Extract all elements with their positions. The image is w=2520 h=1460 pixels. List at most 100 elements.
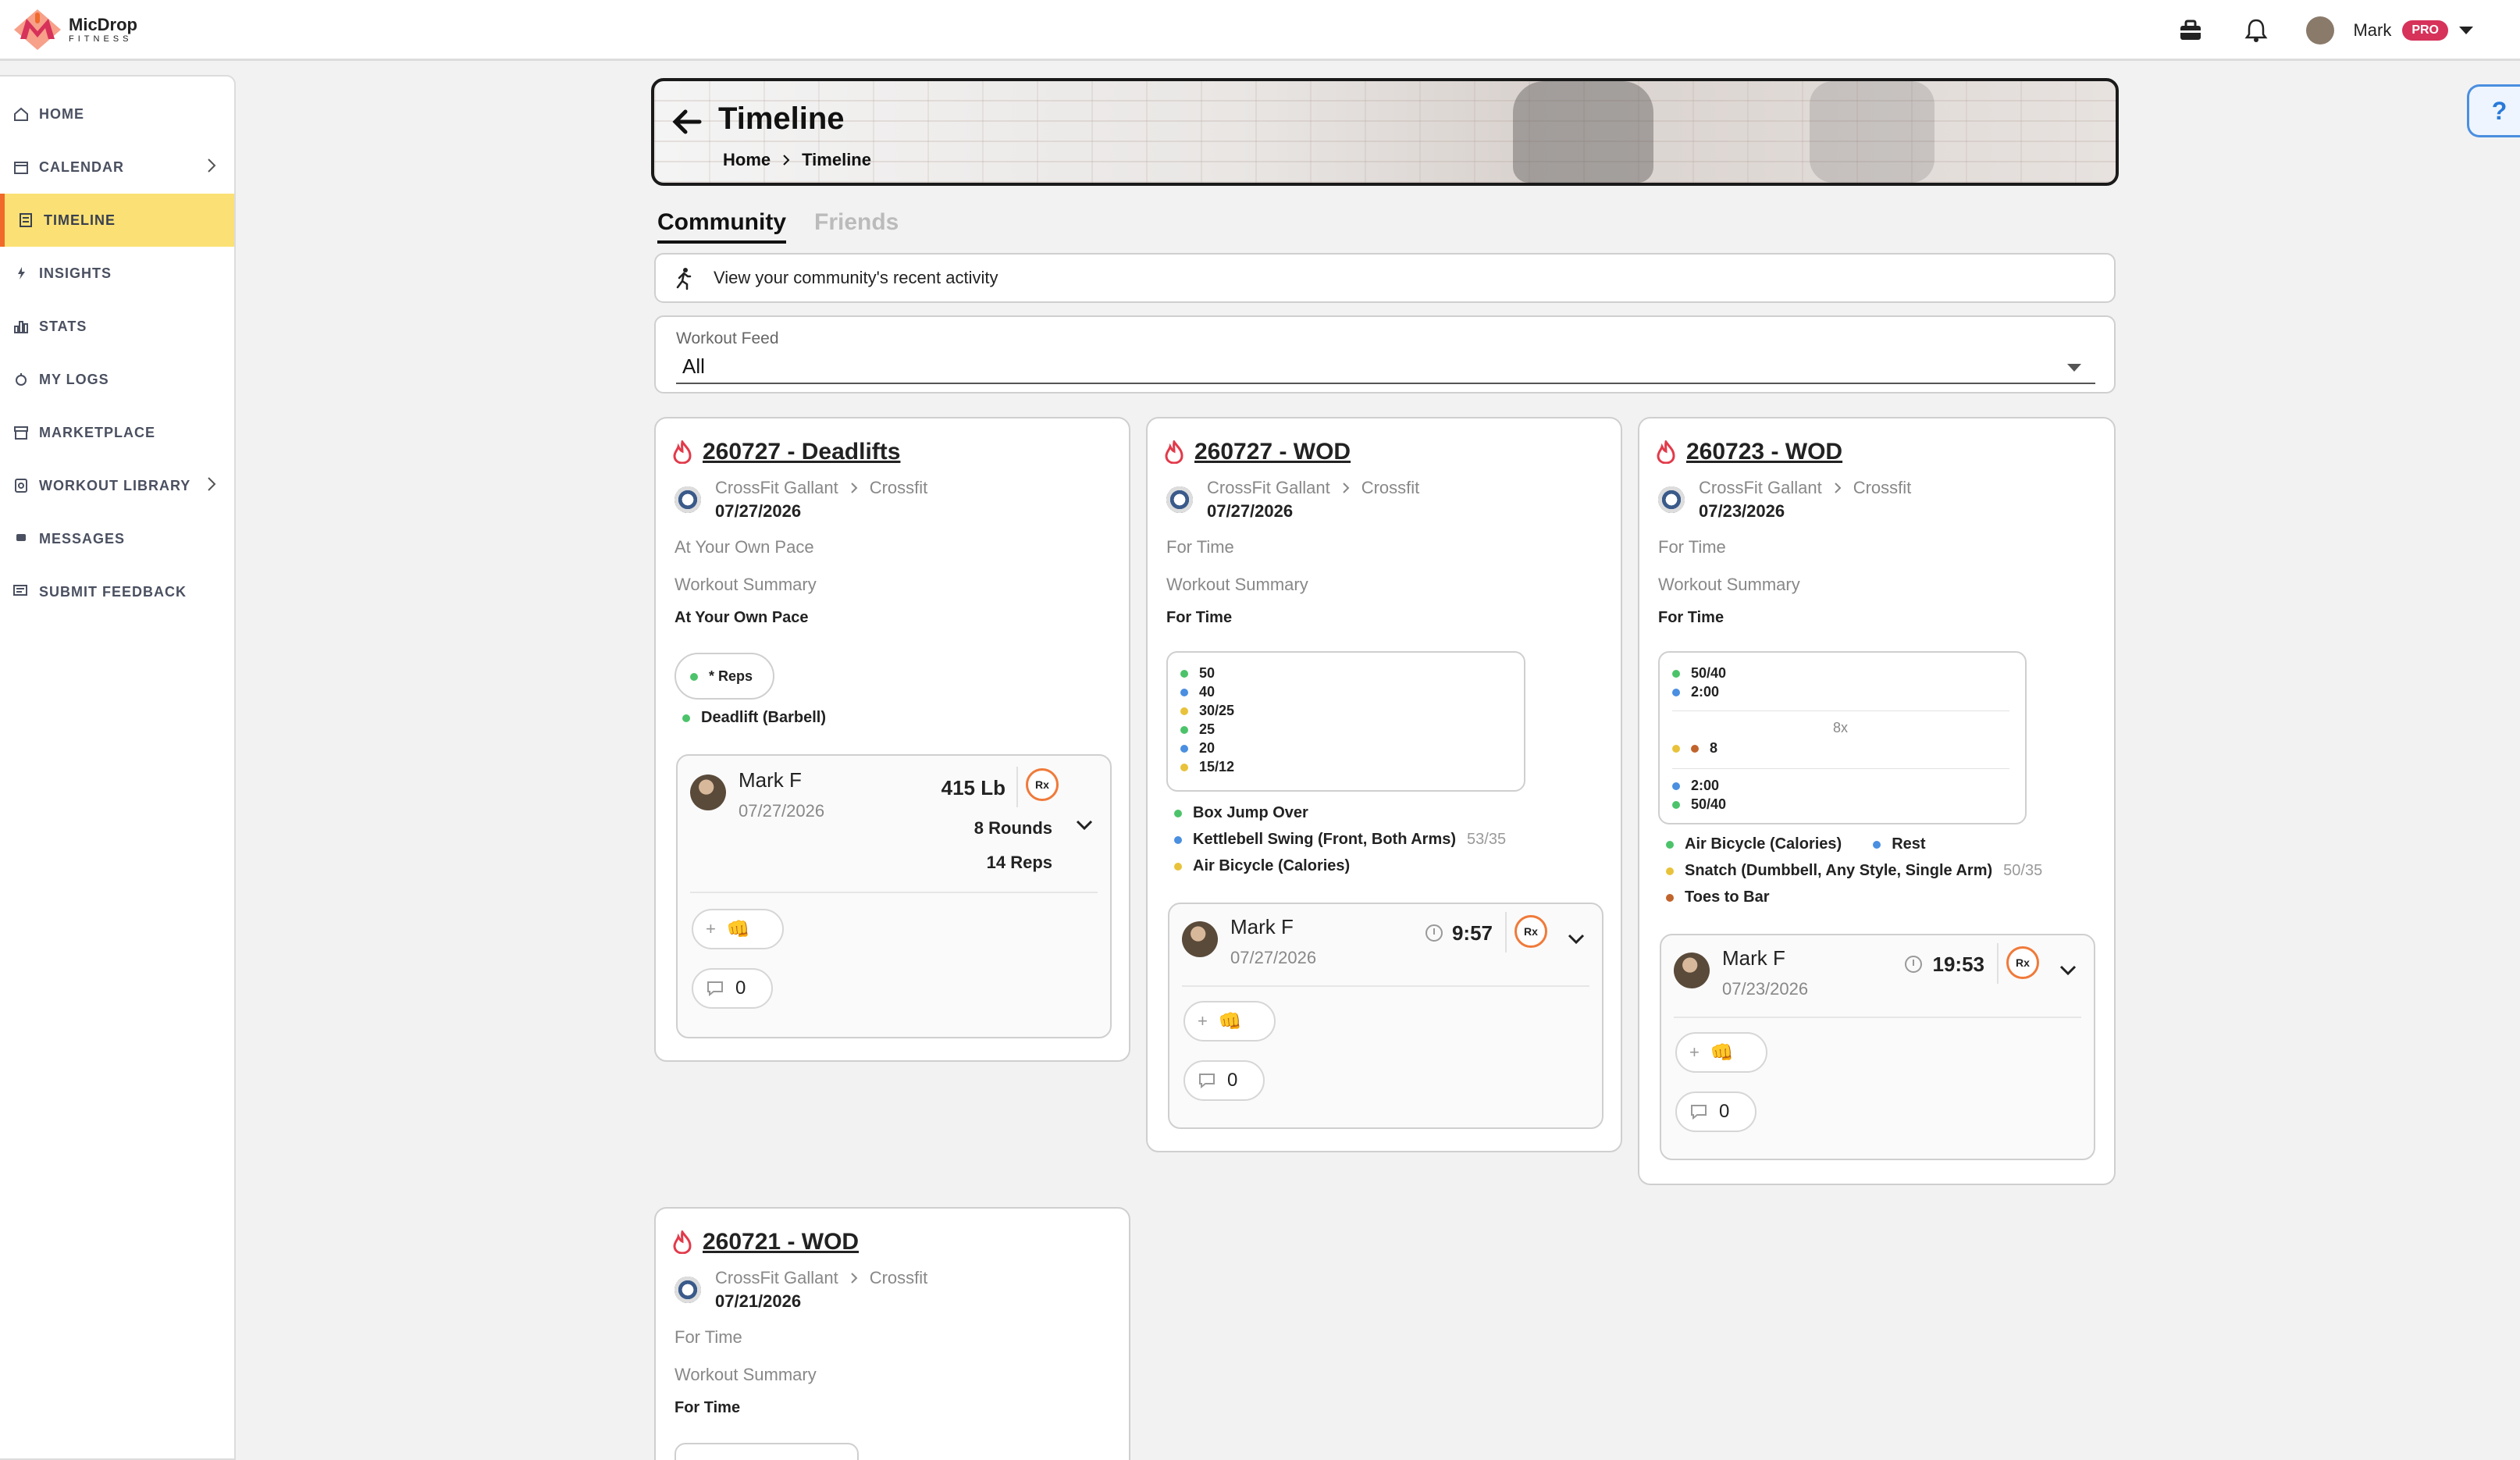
chevron-down-icon[interactable] bbox=[1074, 818, 1094, 832]
gym-logo bbox=[674, 1277, 701, 1303]
sidebar-item-messages[interactable]: MESSAGES bbox=[0, 512, 234, 565]
rx-badge: Rx bbox=[2006, 946, 2039, 979]
comment-button[interactable]: 0 bbox=[1183, 1060, 1265, 1101]
top-bar: MicDrop FITNESS Mark PRO bbox=[0, 0, 2520, 61]
summary-value: For Time bbox=[674, 1399, 741, 1416]
sidebar-item-calendar[interactable]: CALENDAR bbox=[0, 141, 234, 194]
back-arrow-icon[interactable] bbox=[670, 105, 704, 139]
breadcrumb: Home Timeline bbox=[723, 150, 871, 170]
result-card: Mark F 07/23/2026 19:53 Rx + 👊 0 bbox=[1660, 934, 2095, 1160]
movement-item: Toes to Bar bbox=[1666, 888, 1770, 906]
brand-logo[interactable]: MicDrop FITNESS bbox=[12, 8, 137, 52]
sidebar-item-insights[interactable]: INSIGHTS bbox=[0, 247, 234, 300]
workout-date: 07/23/2026 bbox=[1699, 501, 1785, 521]
result-weight: 415 Lb bbox=[941, 776, 1006, 799]
library-icon bbox=[12, 477, 30, 494]
flame-icon bbox=[673, 1230, 692, 1254]
flame-icon bbox=[1165, 440, 1183, 464]
gym-name[interactable]: CrossFit Gallant bbox=[1207, 478, 1330, 498]
page-header-banner: Timeline Home Timeline bbox=[651, 78, 2119, 186]
workout-card: 260727 - Deadlifts CrossFit Gallant Cros… bbox=[654, 417, 1130, 1062]
fist-bump-icon: 👊 bbox=[1710, 1042, 1734, 1063]
comment-button[interactable]: 0 bbox=[692, 968, 773, 1009]
pro-badge: PRO bbox=[2402, 20, 2448, 41]
dropdown-caret-icon[interactable] bbox=[2067, 364, 2081, 372]
sidebar-item-workout-library[interactable]: WORKOUT LIBRARY bbox=[0, 459, 234, 512]
comment-count: 0 bbox=[735, 977, 746, 999]
chevron-right-icon bbox=[851, 1273, 858, 1284]
tab-community[interactable]: Community bbox=[657, 209, 786, 244]
timeline-icon bbox=[17, 212, 34, 229]
fist-bump-button[interactable]: + 👊 bbox=[1675, 1032, 1767, 1073]
workout-feed-label: Workout Feed bbox=[676, 329, 779, 347]
user-avatar[interactable] bbox=[1674, 953, 1710, 988]
workout-title-link[interactable]: 260727 - WOD bbox=[1194, 439, 1351, 465]
stats-icon bbox=[12, 318, 30, 335]
running-icon bbox=[676, 268, 692, 290]
movement-item: Deadlift (Barbell) bbox=[682, 709, 826, 727]
logs-icon bbox=[12, 371, 30, 388]
result-user-name[interactable]: Mark F bbox=[739, 768, 802, 792]
breadcrumb-timeline[interactable]: Timeline bbox=[802, 150, 871, 170]
user-avatar[interactable] bbox=[2306, 16, 2335, 45]
gym-name[interactable]: CrossFit Gallant bbox=[715, 1268, 838, 1288]
gym-logo bbox=[1166, 486, 1193, 513]
info-text: View your community's recent activity bbox=[714, 268, 998, 287]
comment-button[interactable]: 0 bbox=[1675, 1091, 1757, 1132]
workout-title-link[interactable]: 260727 - Deadlifts bbox=[703, 439, 900, 465]
store-icon[interactable] bbox=[2175, 15, 2206, 46]
gym-name[interactable]: CrossFit Gallant bbox=[715, 478, 838, 498]
track-name[interactable]: Crossfit bbox=[870, 1268, 928, 1288]
comment-icon bbox=[1691, 1105, 1707, 1120]
result-date: 07/27/2026 bbox=[1230, 948, 1317, 967]
round-count: 8x bbox=[1833, 720, 1849, 735]
user-avatar[interactable] bbox=[1182, 921, 1218, 957]
result-rounds: 8 Rounds bbox=[973, 818, 1052, 838]
fist-bump-icon: 👊 bbox=[1218, 1010, 1242, 1032]
micdrop-logo-icon bbox=[14, 9, 61, 50]
chevron-down-icon[interactable] bbox=[2058, 963, 2078, 977]
user-avatar[interactable] bbox=[690, 775, 726, 810]
comment-count: 0 bbox=[1227, 1070, 1238, 1091]
notification-bell-icon[interactable] bbox=[2241, 15, 2272, 46]
workout-title-link[interactable]: 260723 - WOD bbox=[1686, 439, 1842, 465]
gym-name[interactable]: CrossFit Gallant bbox=[1699, 478, 1822, 498]
user-menu-caret-icon[interactable] bbox=[2459, 27, 2473, 34]
sidebar-item-stats[interactable]: STATS bbox=[0, 300, 234, 353]
result-user-name[interactable]: Mark F bbox=[1230, 915, 1294, 939]
track-name[interactable]: Crossfit bbox=[1853, 478, 1912, 498]
sidebar-item-submit-feedback[interactable]: SUBMIT FEEDBACK bbox=[0, 565, 234, 618]
gym-logo bbox=[674, 486, 701, 513]
reps-box: 50/40 2:00 8 8x 2:00 50/40 bbox=[1658, 651, 2027, 824]
track-name[interactable]: Crossfit bbox=[870, 478, 928, 498]
tab-friends[interactable]: Friends bbox=[814, 209, 899, 244]
summary-value: For Time bbox=[1166, 609, 1233, 626]
feedback-icon bbox=[12, 583, 30, 600]
movement-item: Air Bicycle (Calories) Rest bbox=[1666, 835, 1926, 853]
result-user-name[interactable]: Mark F bbox=[1722, 946, 1785, 970]
summary-label: Workout Summary bbox=[1658, 575, 1800, 594]
chevron-right-icon bbox=[851, 483, 858, 493]
comment-icon bbox=[707, 981, 723, 997]
sidebar-item-marketplace[interactable]: MARKETPLACE bbox=[0, 406, 234, 459]
workout-feed-select[interactable]: Workout Feed All bbox=[654, 315, 2116, 393]
workout-style: For Time bbox=[1166, 537, 1234, 557]
result-reps: 14 Reps bbox=[986, 853, 1052, 872]
help-button[interactable]: ? bbox=[2467, 84, 2520, 137]
result-card: Mark F 07/27/2026 9:57 Rx + 👊 0 bbox=[1168, 903, 1603, 1129]
sidebar-item-timeline[interactable]: TIMELINE bbox=[0, 194, 234, 247]
chevron-down-icon[interactable] bbox=[1566, 932, 1586, 946]
workout-feed-value[interactable]: All bbox=[682, 354, 705, 379]
sidebar-item-home[interactable]: HOME bbox=[0, 87, 234, 141]
summary-label: Workout Summary bbox=[674, 1365, 817, 1384]
workout-card: 260721 - WOD CrossFit Gallant Crossfit 0… bbox=[654, 1207, 1130, 1460]
workout-title-link[interactable]: 260721 - WOD bbox=[703, 1229, 859, 1255]
fist-bump-button[interactable]: + 👊 bbox=[692, 909, 784, 949]
movement-item: Snatch (Dumbbell, Any Style, Single Arm)… bbox=[1666, 862, 2042, 880]
breadcrumb-home[interactable]: Home bbox=[723, 150, 771, 170]
track-name[interactable]: Crossfit bbox=[1361, 478, 1420, 498]
user-name[interactable]: Mark bbox=[2353, 20, 2391, 41]
reps-box bbox=[674, 1443, 859, 1460]
sidebar-item-my-logs[interactable]: MY LOGS bbox=[0, 353, 234, 406]
fist-bump-button[interactable]: + 👊 bbox=[1183, 1001, 1276, 1042]
